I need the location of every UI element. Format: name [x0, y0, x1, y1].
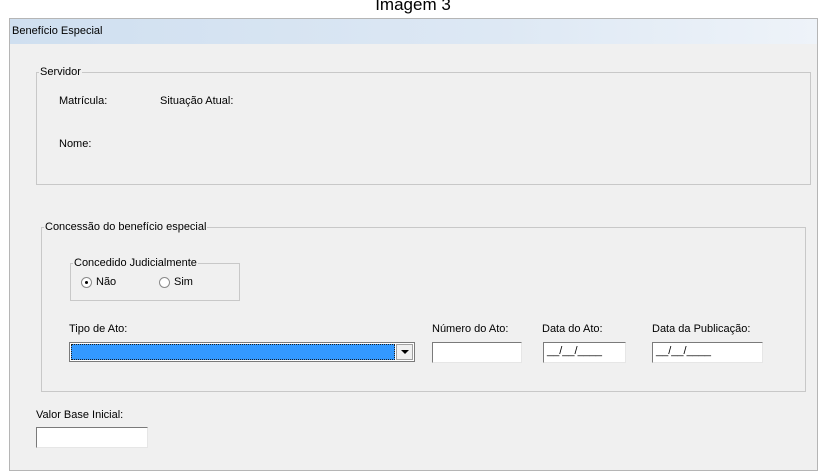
radio-sim[interactable]: Sim: [159, 276, 193, 288]
tipo-ato-selected-value[interactable]: [71, 344, 395, 360]
chevron-down-icon: [400, 350, 409, 354]
numero-ato-input[interactable]: [432, 342, 522, 363]
numero-ato-label: Número do Ato:: [432, 323, 509, 335]
radio-nao-button[interactable]: [81, 276, 92, 288]
data-publicacao-label: Data da Publicação:: [652, 323, 751, 335]
data-ato-label: Data do Ato:: [542, 323, 603, 335]
matricula-label: Matrícula:: [59, 95, 108, 107]
data-ato-input[interactable]: __/__/____: [543, 342, 626, 363]
radio-nao[interactable]: Não: [81, 276, 116, 288]
concedido-judicialmente-legend: Concedido Judicialmente: [73, 257, 198, 269]
tipo-ato-dropdown-button[interactable]: [396, 344, 413, 360]
tipo-ato-label: Tipo de Ato:: [69, 323, 128, 335]
concessao-legend: Concessão do benefício especial: [44, 221, 208, 233]
valor-base-inicial-label: Valor Base Inicial:: [36, 409, 124, 421]
situacao-atual-label: Situação Atual:: [160, 95, 234, 107]
image-caption: Imagem 3: [375, 0, 451, 14]
radio-sim-button[interactable]: [159, 276, 170, 288]
concedido-judicialmente-group: Concedido Judicialmente Não Sim: [70, 257, 240, 301]
tipo-ato-select[interactable]: [69, 342, 415, 362]
window-title: Benefício Especial: [10, 19, 817, 44]
valor-base-inicial-input[interactable]: [36, 427, 148, 448]
servidor-legend: Servidor: [39, 66, 82, 78]
concessao-group: Concessão do benefício especial Concedid…: [41, 221, 806, 392]
data-publicacao-input[interactable]: __/__/____: [652, 342, 763, 363]
radio-sim-label: Sim: [174, 276, 193, 288]
beneficio-especial-window: Benefício Especial Servidor Matrícula: S…: [9, 18, 818, 471]
servidor-group: Servidor Matrícula: Situação Atual: Nome…: [36, 66, 811, 185]
nome-label: Nome:: [59, 138, 92, 150]
radio-nao-label: Não: [96, 276, 117, 288]
